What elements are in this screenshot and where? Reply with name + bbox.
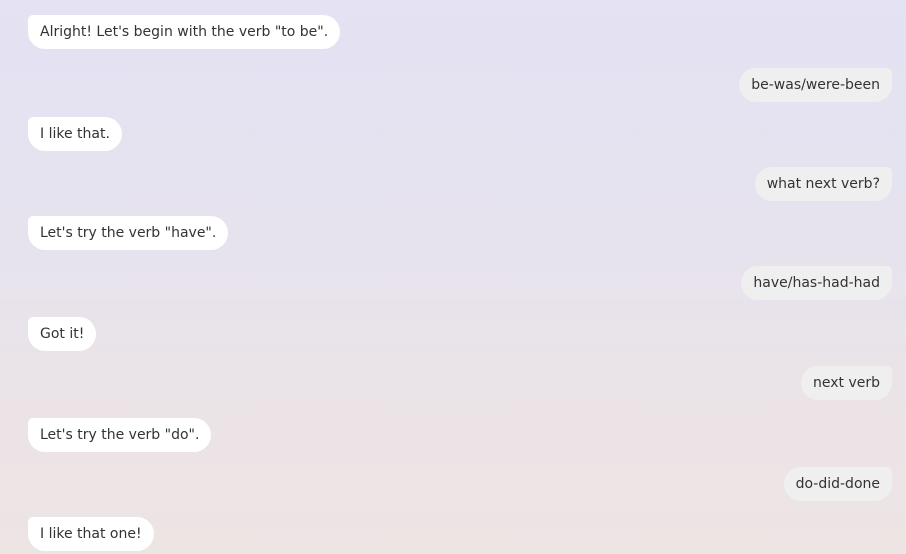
message-row-ai: I like that one! <box>0 517 906 551</box>
message-row-user: do-did-done <box>0 467 906 501</box>
ai-message-bubble: I like that. <box>28 117 122 151</box>
message-row-ai: Got it! <box>0 317 906 351</box>
message-row-user: be-was/were-been <box>0 68 906 102</box>
ai-message-bubble: Got it! <box>28 317 97 351</box>
user-message-bubble: next verb <box>800 366 892 400</box>
message-row-ai: Alright! Let's begin with the verb "to b… <box>0 15 906 49</box>
message-row-ai: Let's try the verb "do". <box>0 418 906 452</box>
ai-message-bubble: I like that one! <box>28 517 154 551</box>
message-row-user: next verb <box>0 366 906 400</box>
message-row-user: what next verb? <box>0 167 906 201</box>
user-message-bubble: be-was/were-been <box>739 68 892 102</box>
message-row-user: have/has-had-had <box>0 266 906 300</box>
user-message-bubble: do-did-done <box>783 467 892 501</box>
message-row-ai: Let's try the verb "have". <box>0 216 906 250</box>
ai-message-bubble: Let's try the verb "do". <box>28 418 212 452</box>
user-message-bubble: have/has-had-had <box>741 266 892 300</box>
user-message-bubble: what next verb? <box>754 167 892 201</box>
ai-message-bubble: Alright! Let's begin with the verb "to b… <box>28 15 341 49</box>
message-row-ai: I like that. <box>0 117 906 151</box>
chat-transcript: Alright! Let's begin with the verb "to b… <box>0 0 906 554</box>
ai-message-bubble: Let's try the verb "have". <box>28 216 229 250</box>
